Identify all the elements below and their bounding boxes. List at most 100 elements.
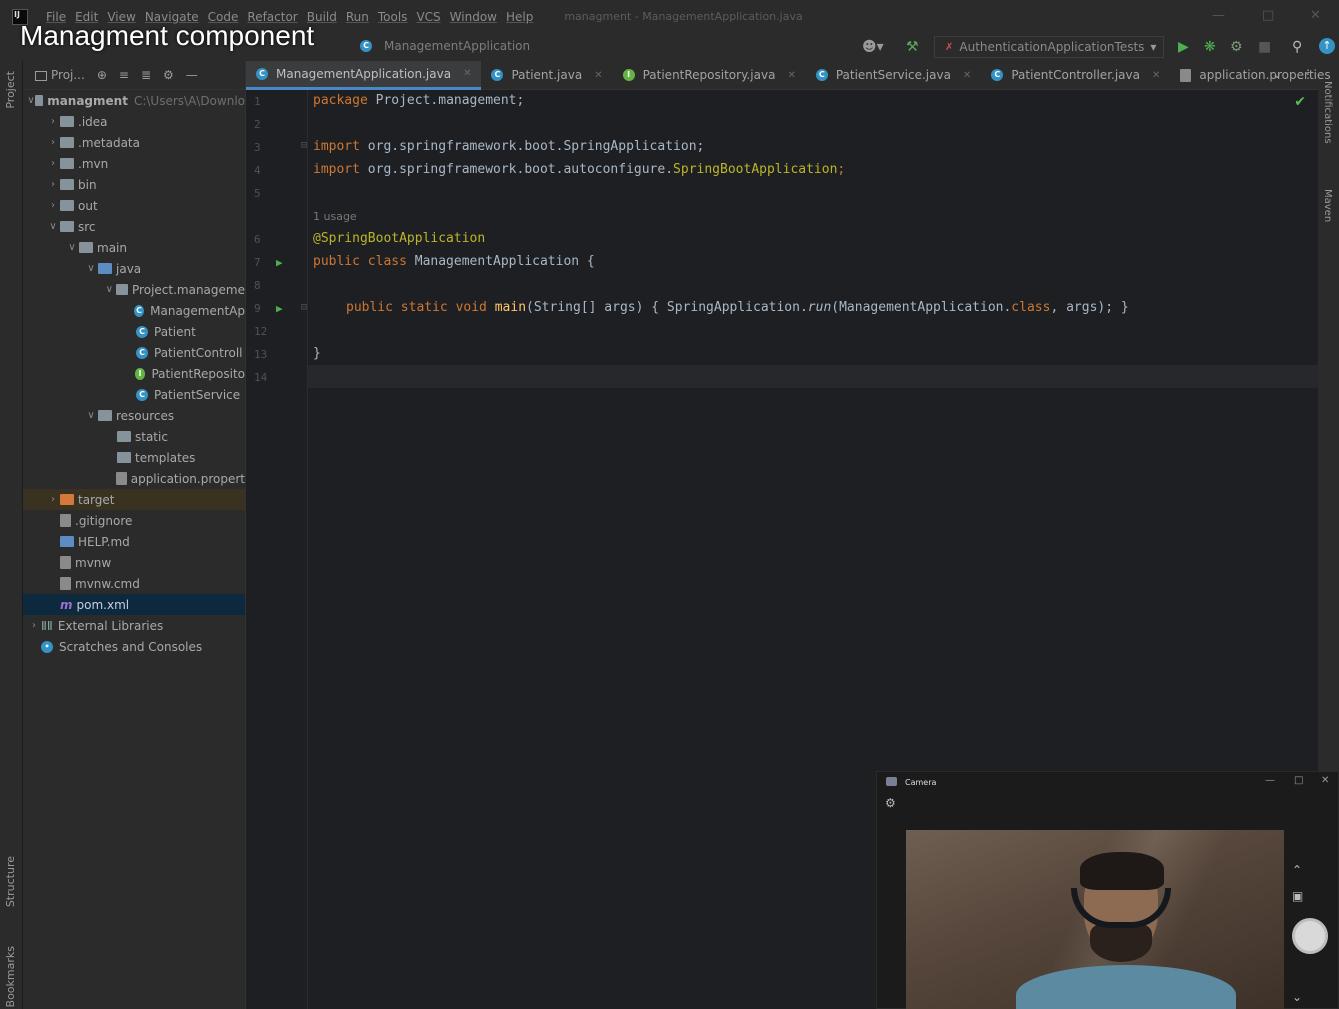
tree-item[interactable]: › out [23,195,245,216]
chevron-right-icon[interactable]: › [46,137,60,148]
run-gutter-icon[interactable]: ▶ [276,256,283,269]
menu-tools[interactable]: Tools [378,10,408,24]
no-problems-check-icon[interactable]: ✔ [1294,94,1306,110]
bookmarks-tool-button[interactable]: Bookmarks [4,946,17,1007]
fold-icon[interactable]: ⊟ [301,140,307,151]
tree-item[interactable]: › target [23,489,245,510]
close-icon[interactable]: ✕ [1310,8,1321,23]
tree-item[interactable]: templates [23,447,245,468]
camera-chevron-up-icon[interactable]: ⌃ [1292,863,1302,877]
debug-icon[interactable]: ❋ [1204,39,1216,55]
editor-tab[interactable]: C PatientController.java ✕ [981,61,1170,90]
tree-item[interactable]: C ManagementAp [23,300,245,321]
maximize-icon[interactable]: □ [1262,8,1274,23]
camera-maximize-icon[interactable]: □ [1294,775,1303,786]
tree-item-label: managment [47,93,128,108]
tree-item[interactable]: mvnw [23,552,245,573]
code-line-4: import org.springframework.boot.autoconf… [313,162,845,177]
tabs-chevron-down-icon[interactable]: ⌄ [1272,67,1282,81]
chevron-down-icon[interactable]: ∨ [46,221,60,232]
chevron-down-icon[interactable]: ∨ [84,263,98,274]
chevron-right-icon[interactable]: › [46,116,60,127]
tree-item[interactable]: ∨ java [23,258,245,279]
tree-item[interactable]: › .idea [23,111,245,132]
maven-tool-button[interactable]: Maven [1322,189,1333,222]
tree-item[interactable]: C PatientControll [23,342,245,363]
menu-window[interactable]: Window [450,10,497,24]
coverage-icon[interactable]: ⚙ [1230,39,1243,55]
breadcrumb[interactable]: C ManagementApplication [360,39,530,53]
tree-item[interactable]: • Scratches and Consoles [23,636,245,657]
tree-item[interactable]: I PatientReposito [23,363,245,384]
tree-item[interactable]: HELP.md [23,531,245,552]
project-view-select[interactable]: Proj... [35,68,85,82]
editor-tab[interactable]: C PatientService.java ✕ [806,61,981,90]
tree-item[interactable]: .gitignore [23,510,245,531]
tree-item[interactable]: application.propert [23,468,245,489]
fold-icon[interactable]: ⊟ [301,302,307,313]
tree-item[interactable]: › ⅡⅡ External Libraries [23,615,245,636]
chevron-right-icon[interactable]: › [46,200,60,211]
tree-item[interactable]: › .metadata [23,132,245,153]
minimize-icon[interactable]: — [1212,8,1225,23]
tab-close-icon[interactable]: ✕ [787,70,795,81]
chevron-down-icon[interactable]: ∨ [103,284,116,295]
chevron-down-icon[interactable]: ∨ [65,242,79,253]
stop-icon[interactable]: ■ [1258,39,1271,55]
tree-item[interactable]: ∨ main [23,237,245,258]
chevron-right-icon[interactable]: › [27,620,41,631]
gear-icon[interactable]: ⚙ [163,68,174,82]
usage-inlay-hint[interactable]: 1 usage [313,210,357,223]
menu-vcs[interactable]: VCS [416,10,440,24]
menu-help[interactable]: Help [506,10,533,24]
camera-chevron-down-icon[interactable]: ⌄ [1292,990,1302,1004]
editor-tab[interactable]: C ManagementApplication.java ✕ [246,60,482,90]
camera-photo-mode-icon[interactable]: ▣ [1292,889,1303,903]
chevron-down-icon[interactable]: ∨ [27,95,35,106]
tree-item[interactable]: C Patient [23,321,245,342]
tab-close-icon[interactable]: ✕ [594,70,602,81]
breadcrumb-class[interactable]: ManagementApplication [384,39,530,53]
notifications-tool-button[interactable]: Notifications [1322,81,1333,144]
locate-icon[interactable]: ⊕ [97,68,107,82]
hide-icon[interactable]: — [186,68,198,82]
more-options-icon[interactable]: ⋮ [1302,67,1314,81]
collapse-all-icon[interactable]: ≣ [141,68,151,82]
tab-close-icon[interactable]: ✕ [963,70,971,81]
code-text: (ManagementApplication. [831,300,1012,315]
camera-settings-gear-icon[interactable]: ⚙ [885,796,896,810]
update-icon[interactable]: ↑ [1319,38,1335,54]
tree-item[interactable]: m pom.xml [23,594,245,615]
folder-icon [98,263,112,274]
editor-tab[interactable]: I PatientRepository.java ✕ [613,61,806,90]
tab-close-icon[interactable]: ✕ [1152,70,1160,81]
tree-item[interactable]: static [23,426,245,447]
chevron-down-icon[interactable]: ∨ [84,410,98,421]
run-icon[interactable]: ▶ [1178,39,1189,55]
tree-item[interactable]: mvnw.cmd [23,573,245,594]
run-gutter-icon[interactable]: ▶ [276,302,283,315]
tree-item[interactable]: › .mvn [23,153,245,174]
search-icon[interactable]: ⚲ [1292,39,1302,55]
tree-item[interactable]: › bin [23,174,245,195]
tree-item[interactable]: ∨ src [23,216,245,237]
tree-item[interactable]: ∨ resources [23,405,245,426]
menu-run[interactable]: Run [346,10,369,24]
structure-tool-button[interactable]: Structure [4,856,17,907]
run-configuration-select[interactable]: ✗ AuthenticationApplicationTests ▾ [934,36,1164,58]
camera-shutter-button[interactable] [1292,918,1328,954]
camera-minimize-icon[interactable]: — [1265,775,1275,786]
tree-item[interactable]: ∨ Project.manageme [23,279,245,300]
expand-all-icon[interactable]: ≡ [119,68,129,82]
tab-close-icon[interactable]: ✕ [463,68,471,79]
user-icon[interactable]: ☻▾ [862,39,884,55]
chevron-right-icon[interactable]: › [46,494,60,505]
chevron-right-icon[interactable]: › [46,158,60,169]
tree-item[interactable]: C PatientService [23,384,245,405]
project-tool-button[interactable]: Project [4,71,17,109]
camera-close-icon[interactable]: ✕ [1321,775,1329,786]
editor-tab[interactable]: C Patient.java ✕ [481,61,612,90]
build-hammer-icon[interactable]: ⚒ [906,39,919,55]
chevron-right-icon[interactable]: › [46,179,60,190]
tree-item[interactable]: ∨ managment C:\Users\A\Downlo [23,90,245,111]
